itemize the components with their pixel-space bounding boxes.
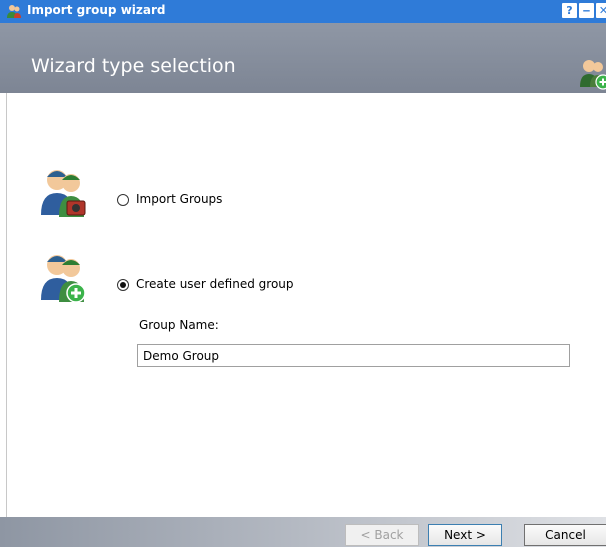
wizard-footer [0, 517, 606, 547]
page-title: Wizard type selection [31, 55, 236, 77]
group-app-icon [7, 5, 21, 18]
minimize-button[interactable]: ‒ [579, 3, 594, 18]
window-title: Import group wizard [27, 3, 166, 17]
import-groups-radio[interactable] [117, 194, 129, 206]
wizard-window: Import group wizard ? ‒ ✕ Wizard type se… [0, 0, 606, 547]
group-name-label: Group Name: [139, 318, 219, 332]
next-button[interactable]: Next > [428, 524, 502, 546]
create-group-label[interactable]: Create user defined group [136, 277, 294, 291]
back-button[interactable]: < Back [345, 524, 419, 546]
create-group-radio[interactable] [117, 279, 129, 291]
group-name-input[interactable] [137, 344, 570, 367]
cancel-button[interactable]: Cancel [524, 524, 606, 546]
wizard-header: Wizard type selection [0, 23, 606, 93]
create-group-icon [41, 255, 86, 303]
close-button[interactable]: ✕ [596, 3, 606, 18]
import-groups-label[interactable]: Import Groups [136, 192, 222, 206]
add-group-icon [580, 60, 606, 90]
help-button[interactable]: ? [562, 3, 577, 18]
frame-left-border [6, 93, 7, 517]
title-bar[interactable]: Import group wizard ? ‒ ✕ [0, 0, 606, 23]
import-groups-icon [41, 170, 86, 217]
